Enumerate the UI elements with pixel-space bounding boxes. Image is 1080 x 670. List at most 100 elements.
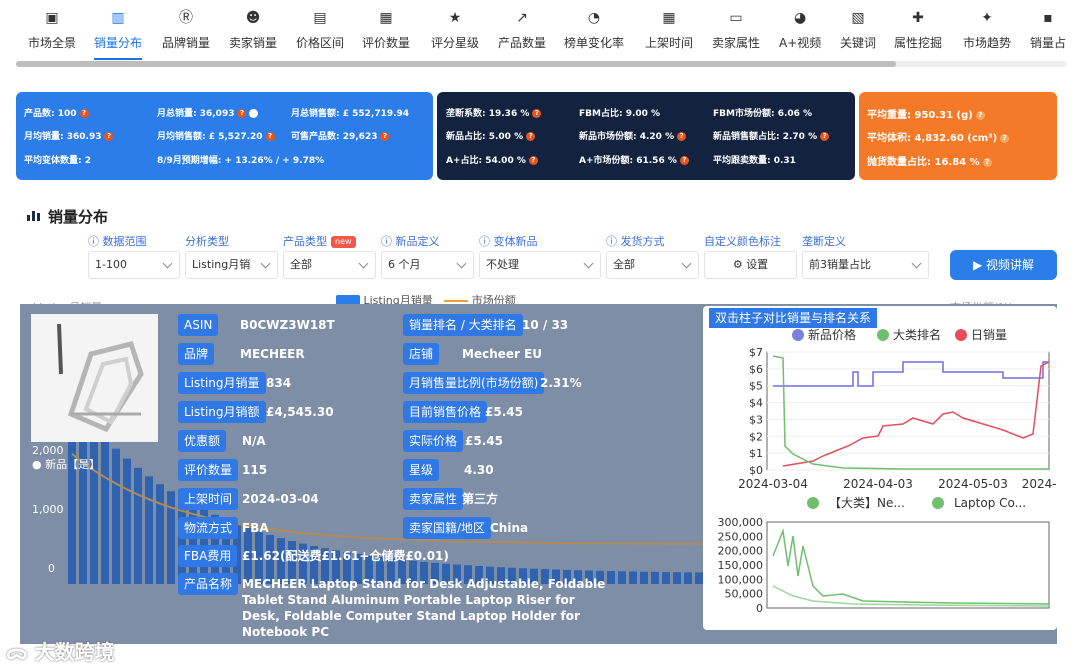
watermark-logo: ᯅ 大数跨境	[6, 640, 115, 664]
nav-tab-label: 评分星级	[431, 36, 480, 50]
nav-tab-label: A+视频	[779, 36, 822, 50]
tooltip-value-store: Mecheer EU	[462, 347, 543, 361]
nav-tab-label: 品牌销量	[162, 36, 211, 50]
help-icon[interactable]: ?	[237, 109, 247, 118]
y-tick-label: $3	[749, 413, 763, 426]
help-icon[interactable]: ?	[532, 109, 542, 118]
y-tick-label: $0	[749, 464, 763, 477]
tooltip-label-discount: 优惠额	[178, 430, 227, 452]
rank-line	[772, 355, 1049, 470]
rank-plot-frame	[766, 521, 1050, 609]
stats-card-logistics: 平均重量: 950.31 (g)? 平均体积: 4,832.60 (cm³)? …	[859, 92, 1057, 180]
nav-tab-label: 销量占	[1030, 36, 1067, 50]
star-icon: ★	[448, 10, 462, 26]
color-settings-button[interactable]: ⚙ 设置	[704, 251, 797, 279]
stat-sellable: 可售产品数: 29,623?	[291, 129, 390, 142]
nav-tab-label: 属性挖掘	[894, 36, 943, 50]
nav-tab-14[interactable]: ✦ 市场趋势	[963, 6, 1011, 58]
nav-scrollbar-thumb[interactable]	[16, 61, 896, 67]
legend-dot-icon	[807, 497, 819, 509]
tooltip-label-brand: 品牌	[178, 343, 215, 365]
rchart-legend2-label: Laptop Co...	[954, 496, 1026, 510]
nav-tab-label: 市场趋势	[963, 36, 1012, 50]
legend-line-swatch	[444, 300, 469, 302]
nav-tab-label: 卖家销量	[229, 36, 278, 50]
filter-label-monopoly: 垄断定义	[802, 235, 846, 248]
tooltip-label-asin: ASIN	[178, 314, 219, 336]
tooltip-label-share: 月销售量比例(市场份额)	[403, 372, 545, 394]
tooltip-label-sales: Listing月销量	[178, 372, 266, 394]
nav-tab-4[interactable]: ▤ 价格区间	[296, 6, 344, 58]
help-icon[interactable]: ?	[528, 156, 538, 165]
nav-tab-5[interactable]: ▦ 评价数量	[362, 6, 410, 58]
help-icon[interactable]: ?	[820, 132, 830, 141]
stats-card-market: 产品数: 100? 月总销量: 36,093? 月总销售额: £ 552,719…	[16, 92, 433, 180]
help-icon[interactable]: ?	[380, 132, 390, 141]
nav-tab-10[interactable]: ▭ 卖家属性	[712, 6, 760, 58]
nav-tab-13[interactable]: ✚ 属性挖掘	[894, 6, 942, 58]
tooltip-value-revenue: £4,545.30	[266, 405, 334, 419]
tooltip-value-asin: B0CWZ3W18T	[240, 318, 335, 332]
nav-tab-3[interactable]: ☻ 卖家销量	[229, 6, 277, 58]
select-analysis[interactable]: Listing月销	[185, 251, 278, 279]
filter-label-variant: ⓘ 变体新品	[479, 235, 538, 248]
nav-tab-1[interactable]: ▥ 销量分布	[94, 6, 143, 60]
help-icon[interactable]: ?	[982, 157, 992, 167]
keyword-icon: ▧	[851, 10, 865, 26]
y-tick-label: $2	[749, 430, 763, 443]
gear-icon: ⚙	[732, 258, 743, 271]
x-tick-label: 2024-05-03	[938, 477, 1008, 491]
category-rank-line	[772, 528, 1050, 605]
tooltip-label-revenue: Listing月销额	[178, 401, 266, 423]
nav-tab-6[interactable]: ★ 评分星级	[431, 6, 479, 58]
select-variant[interactable]: 不处理	[479, 251, 601, 279]
help-icon[interactable]: ?	[265, 132, 275, 141]
tooltip-value-seller_attr: 第三方	[462, 492, 499, 506]
info-dot-icon[interactable]	[249, 109, 259, 118]
nav-tab-9[interactable]: ▦ 上架时间	[645, 6, 693, 58]
nav-tab-11[interactable]: ◕ A+视频	[779, 6, 821, 58]
puzzle-icon: ✚	[912, 10, 924, 26]
video-tutorial-button[interactable]: ▶ 视频讲解	[950, 250, 1057, 280]
select-product-type[interactable]: 全部	[283, 251, 376, 279]
nav-tab-12[interactable]: ▧ 关键词	[840, 6, 876, 58]
help-icon[interactable]: ?	[79, 109, 89, 118]
nav-tab-15[interactable]: ▪ 销量占	[1030, 6, 1066, 58]
select-monopoly[interactable]: 前3销量占比	[802, 251, 929, 279]
help-icon[interactable]: ?	[1000, 133, 1010, 143]
tooltip-value-price: £5.45	[485, 405, 523, 419]
tooltip-value-reviews: 115	[242, 463, 268, 477]
legend-dot-icon	[955, 329, 967, 341]
stat-monopoly: 垄断系数: 19.36 %	[446, 109, 530, 119]
stat-new-ratio: 新品占比: 5.00 %	[446, 132, 524, 142]
nav-tab-label: 榜单变化率	[564, 36, 625, 50]
help-icon[interactable]: ?	[104, 132, 114, 141]
calendar-icon: ▦	[662, 10, 676, 26]
play-icon: ▶	[972, 258, 983, 272]
help-icon[interactable]: ?	[526, 132, 536, 141]
market-trend-icon: ✦	[981, 10, 993, 26]
brand-icon: Ⓡ	[179, 10, 193, 26]
select-range[interactable]: 1-100	[88, 251, 180, 279]
help-icon[interactable]: ?	[679, 156, 689, 165]
gauge-icon: ◔	[587, 10, 601, 26]
tooltip-value-sales: 834	[266, 376, 292, 390]
tooltip-value-share: 2.31%	[540, 376, 582, 390]
rchart-legend2-label: 【大类】Ne...	[829, 496, 905, 510]
help-icon[interactable]: ?	[677, 132, 687, 141]
rchart-legend-label: 日销量	[971, 328, 1007, 342]
nav-tab-0[interactable]: ▣ 市场全景	[28, 6, 76, 58]
laptop-stand-image	[31, 314, 158, 442]
help-icon[interactable]: ?	[975, 110, 985, 120]
select-shipping[interactable]: 全部	[606, 251, 699, 279]
select-new-def[interactable]: 6 个月	[381, 251, 474, 279]
tooltip-label-price: 目前销售价格	[403, 401, 488, 423]
tooltip-label-actual: 实际价格	[403, 430, 464, 452]
nav-tab-7[interactable]: ↗ 产品数量	[498, 6, 546, 58]
nav-tab-2[interactable]: Ⓡ 品牌销量	[162, 6, 210, 58]
price-plot-frame	[766, 351, 1050, 471]
tooltip-value-listed: 2024-03-04	[242, 492, 319, 506]
tooltip-label-logistics: 物流方式	[178, 517, 239, 539]
nav-tab-8[interactable]: ◔ 榜单变化率	[564, 6, 624, 58]
stat-fbm-ratio: FBM占比: 9.00 %	[579, 109, 661, 119]
